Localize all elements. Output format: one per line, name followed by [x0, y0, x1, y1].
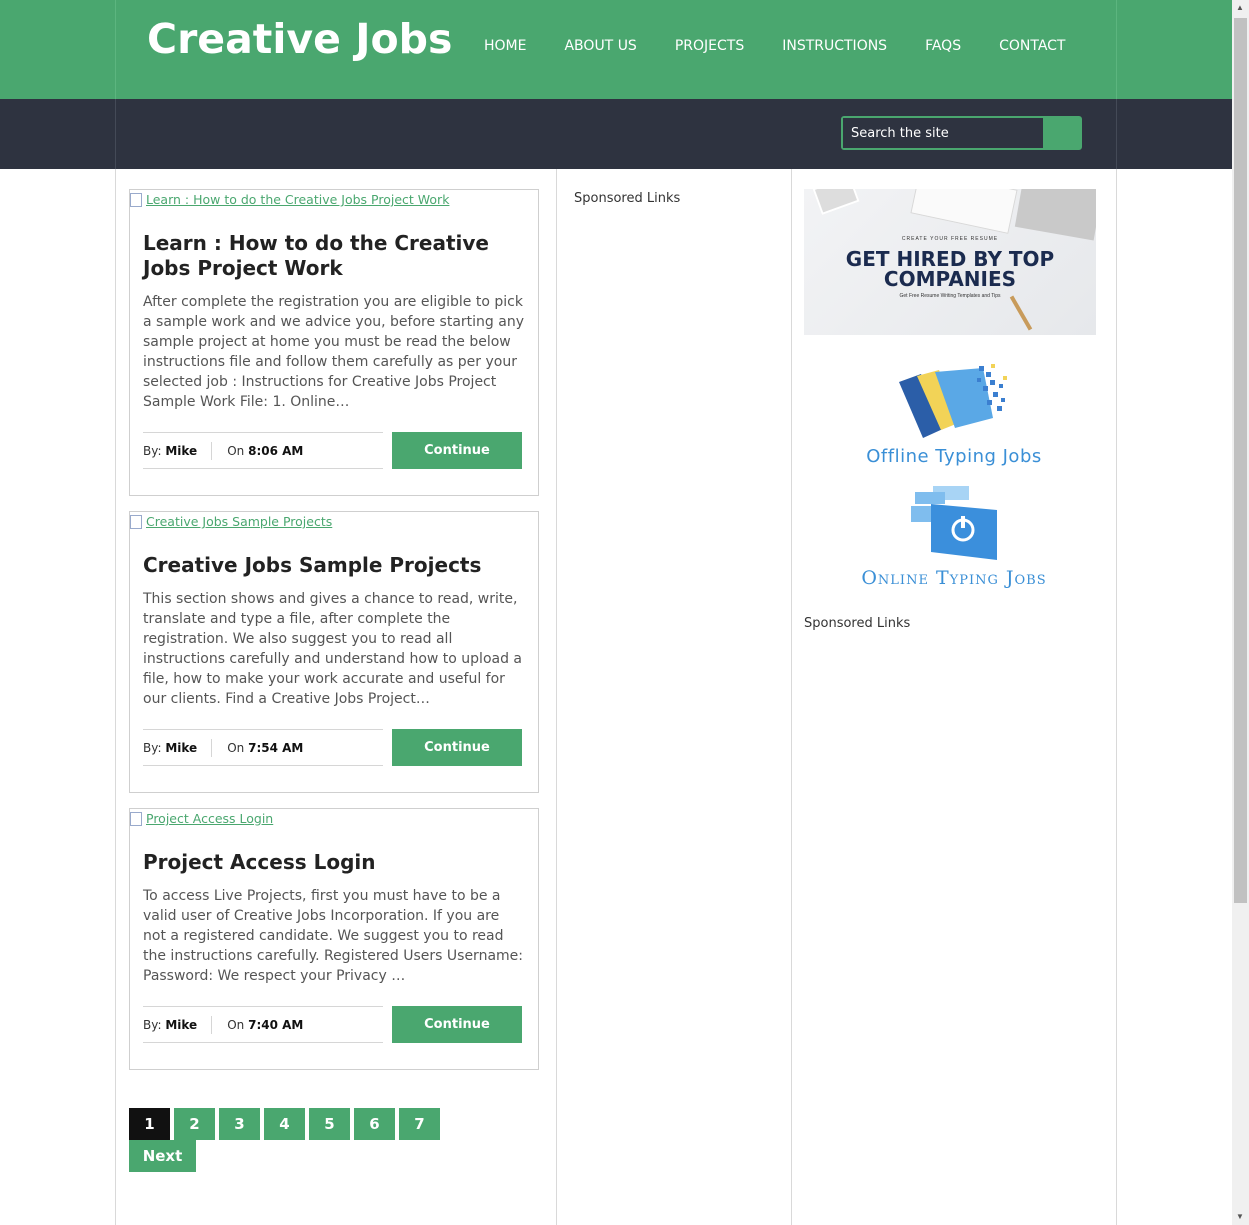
continue-reading-button[interactable]: Continue Reading	[392, 1006, 522, 1069]
online-typing-jobs-logo[interactable]: Online Typing Jobs	[845, 484, 1063, 594]
nav-contact[interactable]: CONTACT	[999, 38, 1065, 54]
post-card: Project Access Login Project Access Logi…	[129, 808, 539, 1070]
post-author: By: Mike	[143, 1015, 213, 1034]
broken-image-icon	[130, 514, 142, 529]
post-excerpt: To access Live Projects, first you must …	[143, 888, 523, 984]
keyboard-graphic	[910, 189, 1018, 234]
page-2-button[interactable]: 2	[174, 1108, 215, 1140]
page-5-button[interactable]: 5	[309, 1108, 350, 1140]
sponsored-links-label: Sponsored Links	[804, 616, 911, 631]
online-typing-jobs-text: Online Typing Jobs	[861, 567, 1047, 589]
page-1-button[interactable]: 1	[129, 1108, 170, 1140]
post-time: On 7:40 AM	[227, 1017, 304, 1032]
post-meta: By: Mike On 8:06 AM	[143, 432, 383, 469]
page-3-button[interactable]: 3	[219, 1108, 260, 1140]
continue-reading-button[interactable]: Continue Reading	[392, 729, 522, 792]
continue-reading-button[interactable]: Continue Reading	[392, 432, 522, 495]
post-card: Creative Jobs Sample Projects Creative J…	[129, 511, 539, 793]
post-excerpt: After complete the registration you are …	[143, 294, 524, 410]
post-image-link[interactable]: Learn : How to do the Creative Jobs Proj…	[130, 192, 449, 207]
column-divider	[115, 169, 116, 1225]
search-form	[841, 116, 1082, 150]
post-author: By: Mike	[143, 738, 213, 757]
ad-subtext: Get Free Resume Writing Templates and Ti…	[899, 293, 1001, 299]
scroll-up-icon[interactable]: ▲	[1236, 3, 1244, 12]
scroll-down-icon[interactable]: ▼	[1236, 1212, 1244, 1221]
sponsored-links-label: Sponsored Links	[574, 191, 681, 206]
scrollbar-thumb[interactable]	[1234, 18, 1247, 903]
post-meta: By: Mike On 7:54 AM	[143, 729, 383, 766]
post-meta: By: Mike On 7:40 AM	[143, 1006, 383, 1043]
site-logo[interactable]: Creative Jobs	[147, 15, 452, 63]
page-4-button[interactable]: 4	[264, 1108, 305, 1140]
post-image-link[interactable]: Creative Jobs Sample Projects	[130, 514, 332, 529]
pagination: 1 2 3 4 5 6 7	[129, 1108, 444, 1140]
post-time: On 7:54 AM	[227, 740, 304, 755]
next-page-button[interactable]: Next	[129, 1140, 196, 1172]
column-divider	[1116, 169, 1117, 1225]
nav-projects[interactable]: PROJECTS	[675, 38, 744, 54]
page-6-button[interactable]: 6	[354, 1108, 395, 1140]
main-nav: HOME ABOUT US PROJECTS INSTRUCTIONS FAQS…	[484, 38, 1103, 54]
resume-ad-banner[interactable]: CREATE YOUR FREE RESUME GET HIRED BY TOP…	[804, 189, 1096, 335]
post-author: By: Mike	[143, 441, 213, 460]
pencil-graphic	[1009, 295, 1033, 331]
post-excerpt: This section shows and gives a chance to…	[143, 591, 523, 707]
post-card: Learn : How to do the Creative Jobs Proj…	[129, 189, 539, 496]
page-7-button[interactable]: 7	[399, 1108, 440, 1140]
post-image-alt: Learn : How to do the Creative Jobs Proj…	[146, 192, 450, 207]
post-image-link[interactable]: Project Access Login	[130, 811, 273, 826]
ad-headline: GET HIRED BY TOP COMPANIES	[845, 247, 1055, 291]
offline-typing-jobs-logo[interactable]: Offline Typing Jobs	[843, 362, 1065, 472]
power-window-icon	[911, 486, 997, 560]
column-divider	[556, 169, 557, 1225]
search-input[interactable]	[843, 118, 1044, 148]
ad-kicker: CREATE YOUR FREE RESUME	[901, 236, 999, 242]
broken-image-icon	[130, 811, 142, 826]
post-title[interactable]: Project Access Login	[143, 850, 523, 875]
column-divider	[791, 169, 792, 1225]
post-title[interactable]: Learn : How to do the Creative Jobs Proj…	[143, 231, 523, 281]
post-image-alt: Project Access Login	[146, 811, 274, 826]
nav-home[interactable]: HOME	[484, 38, 526, 54]
offline-typing-jobs-text: Offline Typing Jobs	[866, 446, 1042, 467]
nav-instructions[interactable]: INSTRUCTIONS	[782, 38, 887, 54]
notebook-graphic	[1014, 189, 1096, 241]
phone-graphic	[812, 189, 860, 215]
post-title[interactable]: Creative Jobs Sample Projects	[143, 553, 523, 578]
broken-image-icon	[130, 192, 142, 207]
post-time: On 8:06 AM	[227, 443, 304, 458]
open-book-icon	[899, 364, 1007, 438]
nav-faqs[interactable]: FAQS	[925, 38, 961, 54]
search-button[interactable]	[1043, 118, 1080, 148]
page-scrollbar[interactable]: ▲ ▼	[1232, 0, 1249, 1225]
nav-about-us[interactable]: ABOUT US	[564, 38, 636, 54]
post-image-alt: Creative Jobs Sample Projects	[146, 514, 333, 529]
